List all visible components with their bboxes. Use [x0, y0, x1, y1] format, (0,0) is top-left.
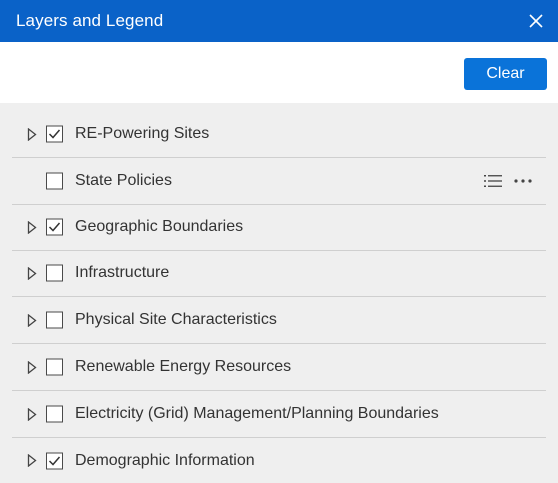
layer-label: Geographic Boundaries: [75, 218, 244, 235]
expand-toggle[interactable]: [26, 313, 38, 327]
close-icon: [529, 14, 543, 28]
expand-toggle[interactable]: [26, 454, 38, 468]
checkmark-icon: [48, 222, 61, 232]
caret-right-icon: [27, 407, 37, 421]
layer-checkbox[interactable]: [46, 218, 63, 236]
expand-toggle[interactable]: [26, 360, 38, 374]
caret-right-icon: [27, 127, 37, 141]
layer-item-electricity-grid[interactable]: Electricity (Grid) Management/Planning B…: [12, 391, 546, 438]
layer-label: Electricity (Grid) Management/Planning B…: [75, 405, 439, 422]
layer-label: Renewable Energy Resources: [75, 358, 292, 375]
legend-list-button[interactable]: [484, 174, 502, 188]
layers-legend-panel: Layers and Legend Clear RE-Powering Site…: [0, 0, 558, 483]
caret-right-icon: [27, 220, 37, 234]
checkmark-icon: [48, 456, 61, 466]
caret-right-icon: [27, 313, 37, 327]
layer-checkbox[interactable]: [46, 264, 63, 282]
layer-label: State Policies: [75, 172, 172, 189]
caret-right-icon: [27, 360, 37, 374]
expand-toggle[interactable]: [26, 220, 38, 234]
layer-item-renewable-energy-resources[interactable]: Renewable Energy Resources: [12, 344, 546, 391]
expand-toggle[interactable]: [26, 127, 38, 141]
caret-right-icon: [27, 266, 37, 280]
expand-toggle[interactable]: [26, 266, 38, 280]
layer-label: Infrastructure: [75, 264, 170, 281]
layer-item-geographic-boundaries[interactable]: Geographic Boundaries: [12, 204, 546, 251]
expand-toggle[interactable]: [26, 407, 38, 421]
panel-toolbar: Clear: [0, 42, 558, 103]
clear-button[interactable]: Clear: [464, 58, 547, 90]
caret-right-icon: [27, 454, 37, 467]
layer-item-re-powering-sites[interactable]: RE-Powering Sites: [12, 111, 546, 158]
layer-checkbox[interactable]: [46, 452, 63, 469]
more-options-icon: [514, 179, 532, 183]
layer-item-state-policies[interactable]: State Policies: [12, 158, 546, 205]
layer-item-infrastructure[interactable]: Infrastructure: [12, 250, 546, 297]
close-button[interactable]: [524, 9, 548, 33]
panel-header: Layers and Legend: [0, 0, 558, 42]
layer-label: RE-Powering Sites: [75, 125, 210, 142]
panel-title: Layers and Legend: [16, 11, 164, 30]
layer-checkbox[interactable]: [46, 311, 63, 329]
checkmark-icon: [48, 129, 61, 139]
layer-item-demographic-information[interactable]: Demographic Information: [12, 437, 546, 483]
layer-checkbox[interactable]: [46, 125, 63, 143]
layer-item-physical-site-characteristics[interactable]: Physical Site Characteristics: [12, 297, 546, 344]
layer-actions: [484, 174, 532, 188]
layer-checkbox[interactable]: [46, 358, 63, 376]
more-options-button[interactable]: [514, 179, 532, 183]
layer-list: RE-Powering Sites State Policies Geograp…: [0, 103, 558, 483]
layer-checkbox[interactable]: [46, 172, 63, 190]
layer-checkbox[interactable]: [46, 405, 63, 423]
layer-label: Physical Site Characteristics: [75, 311, 277, 328]
legend-list-icon: [484, 175, 502, 187]
layer-label: Demographic Information: [75, 451, 255, 469]
